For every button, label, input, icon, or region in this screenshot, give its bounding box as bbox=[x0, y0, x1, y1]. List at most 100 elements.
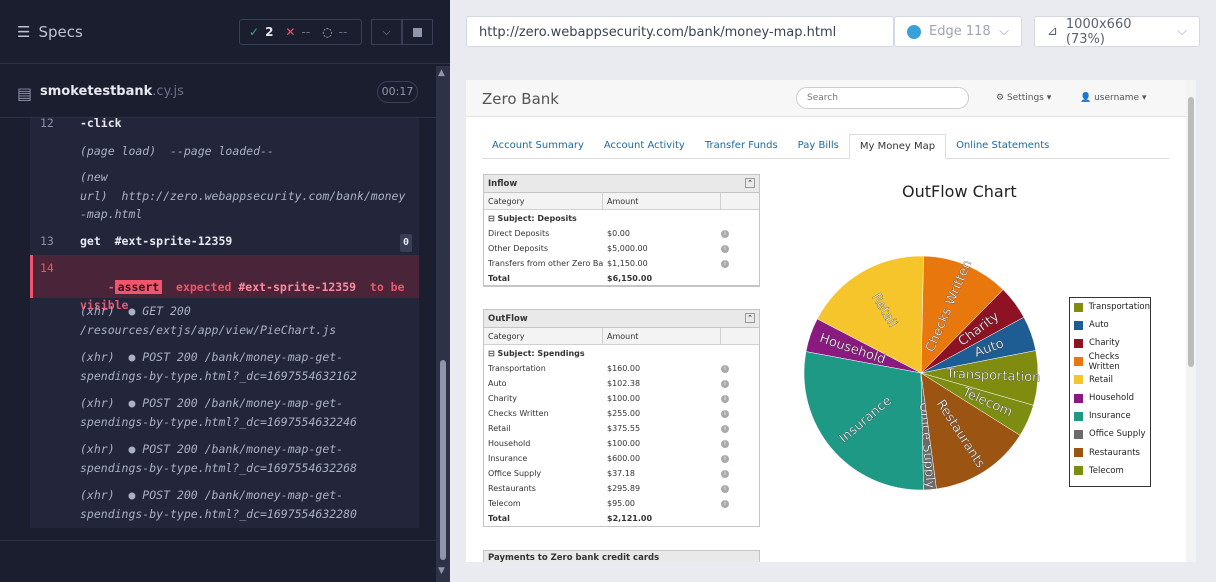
viewport-selector[interactable]: ⊿ 1000x660 (73%) ⌵ bbox=[1034, 16, 1200, 47]
info-icon[interactable]: i bbox=[721, 259, 729, 268]
legend-swatch bbox=[1074, 466, 1083, 476]
legend-label: Restaurants bbox=[1089, 447, 1140, 458]
collapse-icon[interactable]: ⌃ bbox=[745, 178, 755, 188]
tab-account-summary[interactable]: Account Summary bbox=[482, 134, 594, 159]
info-icon[interactable]: i bbox=[721, 379, 729, 388]
chart-title: OutFlow Chart bbox=[902, 182, 1017, 201]
table-row[interactable]: Insurance $600.00 i bbox=[484, 451, 759, 466]
info-icon[interactable]: i bbox=[721, 439, 729, 448]
command-row[interactable]: (page load) --page loaded-- bbox=[30, 140, 419, 166]
table-row[interactable]: Auto $102.38 i bbox=[484, 376, 759, 391]
x-icon: ✕ bbox=[285, 25, 296, 39]
scrollbar-thumb[interactable] bbox=[1188, 97, 1194, 367]
document-icon: ▤ bbox=[17, 84, 33, 103]
xhr-row[interactable]: (xhr) ● GET 200 /resources/extjs/app/vie… bbox=[30, 302, 419, 344]
specs-header: ☰ Specs ✓ 2 ✕ -- ◌ -- ⌵ bbox=[0, 0, 450, 64]
column-headers: Category Amount bbox=[484, 193, 759, 210]
scrollbar-thumb[interactable] bbox=[440, 360, 446, 560]
table-row[interactable]: Checks Written $255.00 i bbox=[484, 406, 759, 421]
xhr-row[interactable]: (xhr) ● POST 200 /bank/money-map-get- sp… bbox=[30, 486, 419, 528]
legend-label: Telecom bbox=[1089, 465, 1124, 476]
table-row[interactable]: Transfers from other Zero Ba... $1,150.00… bbox=[484, 256, 759, 271]
group-header[interactable]: ⊟ Subject: Deposits bbox=[484, 210, 759, 226]
payments-grid: Payments to Zero bank credit cards bbox=[483, 550, 760, 562]
info-icon[interactable]: i bbox=[721, 454, 729, 463]
stop-button[interactable] bbox=[402, 19, 433, 45]
pending-icon: ◌ bbox=[322, 25, 333, 39]
tab-transfer-funds[interactable]: Transfer Funds bbox=[695, 134, 788, 159]
legend-item[interactable]: Household bbox=[1070, 389, 1150, 407]
info-icon[interactable]: i bbox=[721, 244, 729, 253]
specs-toggle[interactable]: ☰ Specs bbox=[17, 23, 83, 41]
legend-label: Transportation bbox=[1088, 302, 1150, 313]
spec-file-name[interactable]: smoketestbank.cy.js bbox=[40, 84, 184, 99]
table-row[interactable]: Telecom $95.00 i bbox=[484, 496, 759, 511]
grid-title: Payments to Zero bank credit cards bbox=[484, 551, 759, 562]
info-icon[interactable]: i bbox=[721, 409, 729, 418]
chevron-down-icon: ⌵ bbox=[999, 24, 1009, 39]
collapse-icon[interactable]: ⌃ bbox=[745, 313, 755, 323]
xhr-row[interactable]: (xhr) ● POST 200 /bank/money-map-get- sp… bbox=[30, 394, 419, 436]
table-row[interactable]: Household $100.00 i bbox=[484, 436, 759, 451]
legend-item[interactable]: Insurance bbox=[1070, 407, 1150, 425]
legend-item[interactable]: Telecom bbox=[1070, 462, 1150, 480]
legend-swatch bbox=[1074, 429, 1083, 439]
table-row[interactable]: Direct Deposits $0.00 i bbox=[484, 226, 759, 241]
settings-menu[interactable]: ⚙ Settings ▾ bbox=[996, 93, 1051, 103]
command-row[interactable]: 13 get #ext-sprite-12359 0 bbox=[30, 230, 419, 252]
xhr-row[interactable]: (xhr) ● POST 200 /bank/money-map-get- sp… bbox=[30, 440, 419, 482]
scroll-down-icon[interactable]: ▼ bbox=[438, 566, 445, 576]
zero-bank-page: Zero Bank ⚙ Settings ▾ 👤 username ▾ Acco… bbox=[466, 80, 1196, 562]
column-headers: Category Amount bbox=[484, 328, 759, 345]
failed-count: -- bbox=[301, 25, 311, 39]
legend-item[interactable]: Charity bbox=[1070, 334, 1150, 352]
legend-item[interactable]: Auto bbox=[1070, 316, 1150, 334]
user-menu[interactable]: 👤 username ▾ bbox=[1080, 93, 1146, 103]
info-icon[interactable]: i bbox=[721, 424, 729, 433]
legend-item[interactable]: Checks Written bbox=[1070, 352, 1150, 372]
info-icon[interactable]: i bbox=[721, 499, 729, 508]
info-icon[interactable]: i bbox=[721, 394, 729, 403]
legend-item[interactable]: Transportation bbox=[1070, 298, 1150, 316]
brand-logo[interactable]: Zero Bank bbox=[482, 90, 559, 108]
url-field[interactable]: http://zero.webappsecurity.com/bank/mone… bbox=[466, 16, 894, 47]
tab-pay-bills[interactable]: Pay Bills bbox=[788, 134, 849, 159]
legend-swatch bbox=[1074, 375, 1083, 385]
command-row[interactable]: 12 -click bbox=[30, 118, 419, 140]
table-row[interactable]: Charity $100.00 i bbox=[484, 391, 759, 406]
legend-label: Retail bbox=[1089, 374, 1114, 385]
scroll-up-icon[interactable]: ▲ bbox=[438, 68, 445, 78]
page-scrollbar[interactable] bbox=[1186, 80, 1196, 562]
table-row[interactable]: Other Deposits $5,000.00 i bbox=[484, 241, 759, 256]
inflow-grid: Inflow ⌃ Category Amount ⊟ Subject: Deposi… bbox=[483, 174, 760, 287]
stop-icon bbox=[413, 27, 422, 37]
info-icon[interactable]: i bbox=[721, 364, 729, 373]
divider bbox=[0, 540, 436, 541]
group-header[interactable]: ⊟ Subject: Spendings bbox=[484, 345, 759, 361]
table-row[interactable]: Retail $375.55 i bbox=[484, 421, 759, 436]
element-count-badge: 0 bbox=[400, 234, 413, 252]
table-row[interactable]: Transportation $160.00 i bbox=[484, 361, 759, 376]
command-row[interactable]: (new url) http://zero.webappsecurity.com… bbox=[30, 168, 419, 224]
failed-assert-row[interactable]: 14 - assert expected #ext-sprite-12359 to… bbox=[30, 255, 419, 312]
browser-selector[interactable]: Edge 118 ⌵ bbox=[894, 16, 1022, 47]
legend-item[interactable]: Office Supply bbox=[1070, 425, 1150, 443]
chevron-down-icon: ⌵ bbox=[382, 25, 391, 38]
total-row: Total $2,121.00 bbox=[488, 514, 653, 523]
info-icon[interactable]: i bbox=[721, 469, 729, 478]
chevron-down-button[interactable]: ⌵ bbox=[371, 19, 402, 45]
info-icon[interactable]: i bbox=[721, 229, 729, 238]
search-input[interactable] bbox=[796, 87, 969, 109]
user-icon: 👤 bbox=[1080, 93, 1092, 103]
legend-item[interactable]: Restaurants bbox=[1070, 444, 1150, 462]
tab-account-activity[interactable]: Account Activity bbox=[594, 134, 695, 159]
info-icon[interactable]: i bbox=[721, 484, 729, 493]
outflow-pie-chart[interactable]: TransportationAutoCharityChecks WrittenR… bbox=[766, 250, 1066, 550]
xhr-row[interactable]: (xhr) ● POST 200 /bank/money-map-get- sp… bbox=[30, 348, 419, 390]
table-row[interactable]: Restaurants $295.89 i bbox=[484, 481, 759, 496]
tab-my-money-map[interactable]: My Money Map bbox=[848, 134, 947, 159]
table-row[interactable]: Office Supply $37.18 i bbox=[484, 466, 759, 481]
tab-online-statements[interactable]: Online Statements bbox=[946, 134, 1059, 159]
legend-swatch bbox=[1074, 302, 1083, 312]
legend-item[interactable]: Retail bbox=[1070, 371, 1150, 389]
